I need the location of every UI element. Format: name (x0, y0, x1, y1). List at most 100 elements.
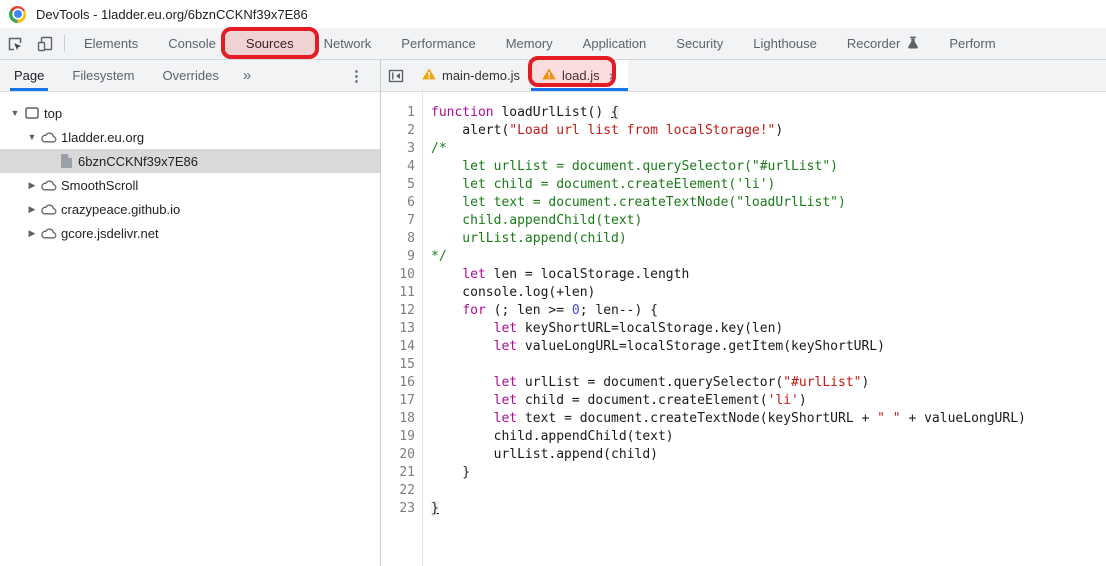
code-line[interactable]: child.appendChild(text) (431, 428, 1106, 446)
code-line[interactable]: let text = document.createTextNode("load… (431, 194, 1106, 212)
toggle-navigator-icon[interactable] (381, 60, 411, 91)
tree-item-1ladder-eu-org[interactable]: ▼1ladder.eu.org (0, 125, 380, 149)
code-line[interactable]: let child = document.createElement('li') (431, 392, 1106, 410)
tree-item-gcore-jsdelivr-net[interactable]: ▶ gcore.jsdelivr.net (0, 221, 380, 245)
code-line[interactable]: urlList.append(child) (431, 446, 1106, 464)
code-line[interactable]: let urlList = document.querySelector("#u… (431, 158, 1106, 176)
code-line[interactable]: } (431, 500, 1106, 518)
code-token: /* (431, 141, 447, 156)
disclosure-arrow-icon[interactable]: ▶ (25, 204, 39, 215)
code-token (431, 321, 494, 336)
tab-label: main-demo.js (442, 68, 520, 83)
disclosure-arrow-icon[interactable]: ▶ (25, 228, 39, 239)
line-number[interactable]: 22 (381, 482, 422, 500)
line-number[interactable]: 19 (381, 428, 422, 446)
line-number[interactable]: 3 (381, 140, 422, 158)
tree-item-smoothscroll[interactable]: ▶SmoothScroll (0, 173, 380, 197)
tab-label: Network (324, 36, 372, 51)
line-number-gutter[interactable]: 1234567891011121314151617181920212223 (381, 92, 423, 566)
file-tree: ▼top▼1ladder.eu.org6bznCCKNf39x7E86▶Smoo… (0, 92, 380, 245)
line-number[interactable]: 23 (381, 500, 422, 518)
line-number[interactable]: 13 (381, 320, 422, 338)
warning-icon (422, 68, 436, 83)
tree-item-top[interactable]: ▼top (0, 101, 380, 125)
code-line[interactable]: urlList.append(child) (431, 230, 1106, 248)
tab-lighthouse[interactable]: Lighthouse (738, 28, 832, 59)
code-line[interactable]: let len = localStorage.length (431, 266, 1106, 284)
line-number[interactable]: 7 (381, 212, 422, 230)
code-editor[interactable]: 1234567891011121314151617181920212223 fu… (381, 92, 1106, 566)
code-line[interactable]: console.log(+len) (431, 284, 1106, 302)
code-line[interactable]: */ (431, 248, 1106, 266)
tab-console[interactable]: Console (153, 28, 231, 59)
navigator-tab-overrides[interactable]: Overrides (149, 60, 233, 91)
line-number[interactable]: 11 (381, 284, 422, 302)
code-line[interactable]: alert("Load url list from localStorage!"… (431, 122, 1106, 140)
code-line[interactable]: let urlList = document.querySelector("#u… (431, 374, 1106, 392)
line-number[interactable]: 14 (381, 338, 422, 356)
tab-label: Sources (246, 36, 294, 51)
code-line[interactable]: /* (431, 140, 1106, 158)
code-token: urlList = document.querySelector( (517, 375, 783, 390)
tab-memory[interactable]: Memory (491, 28, 568, 59)
inspect-element-icon[interactable] (0, 28, 30, 59)
disclosure-arrow-icon[interactable]: ▼ (25, 132, 39, 142)
line-number[interactable]: 10 (381, 266, 422, 284)
line-number[interactable]: 6 (381, 194, 422, 212)
menu-icon[interactable]: ⋮ (333, 60, 380, 91)
code-line[interactable]: for (; len >= 0; len--) { (431, 302, 1106, 320)
tab-elements[interactable]: Elements (69, 28, 153, 59)
disclosure-arrow-icon[interactable]: ▶ (25, 180, 39, 191)
code-line[interactable]: child.appendChild(text) (431, 212, 1106, 230)
editor-tab-bar: main-demo.js load.js× (381, 60, 1106, 92)
line-number[interactable]: 12 (381, 302, 422, 320)
navigator-tab-filesystem[interactable]: Filesystem (58, 60, 148, 91)
tab-performance[interactable]: Performance (386, 28, 490, 59)
line-number[interactable]: 8 (381, 230, 422, 248)
code-line[interactable]: } (431, 464, 1106, 482)
tab-sources[interactable]: Sources (231, 28, 309, 59)
code-line[interactable]: let valueLongURL=localStorage.getItem(ke… (431, 338, 1106, 356)
navigator-tab-page[interactable]: Page (0, 60, 58, 91)
tab-perform[interactable]: Perform (934, 28, 1010, 59)
disclosure-arrow-icon[interactable]: ▼ (8, 108, 22, 118)
line-number[interactable]: 9 (381, 248, 422, 266)
device-toolbar-icon[interactable] (30, 28, 60, 59)
code-token: function (431, 105, 494, 120)
line-number[interactable]: 18 (381, 410, 422, 428)
tab-application[interactable]: Application (568, 28, 662, 59)
tree-item-6bznccknf39x7e86[interactable]: 6bznCCKNf39x7E86 (0, 149, 380, 173)
line-number[interactable]: 15 (381, 356, 422, 374)
code-line[interactable]: let child = document.createElement('li') (431, 176, 1106, 194)
tab-security[interactable]: Security (661, 28, 738, 59)
line-number[interactable]: 5 (381, 176, 422, 194)
tab-recorder[interactable]: Recorder (832, 28, 934, 59)
line-number[interactable]: 17 (381, 392, 422, 410)
line-number[interactable]: 21 (381, 464, 422, 482)
editor-tab-load-js[interactable]: load.js× (531, 60, 628, 91)
tree-item-label: gcore.jsdelivr.net (61, 226, 159, 241)
code-line[interactable] (431, 356, 1106, 374)
code-token: let (462, 267, 485, 282)
code-content[interactable]: function loadUrlList() { alert("Load url… (423, 92, 1106, 566)
line-number[interactable]: 16 (381, 374, 422, 392)
editor-tab-main-demo-js[interactable]: main-demo.js (411, 60, 531, 91)
code-token: child.appendChild(text) (431, 213, 642, 228)
chrome-logo-icon (9, 6, 26, 23)
code-line[interactable]: let text = document.createTextNode(keySh… (431, 410, 1106, 428)
more-tabs-icon[interactable]: » (233, 60, 261, 91)
code-token: text = document.createTextNode(keyShortU… (517, 411, 877, 426)
close-tab-icon[interactable]: × (609, 68, 617, 84)
tab-label: Console (168, 36, 216, 51)
code-line[interactable] (431, 482, 1106, 500)
code-token (431, 339, 494, 354)
line-number[interactable]: 4 (381, 158, 422, 176)
tree-item-crazypeace-github-io[interactable]: ▶crazypeace.github.io (0, 197, 380, 221)
tab-network[interactable]: Network (309, 28, 387, 59)
code-line[interactable]: function loadUrlList() { (431, 104, 1106, 122)
line-number[interactable]: 2 (381, 122, 422, 140)
code-line[interactable]: let keyShortURL=localStorage.key(len) (431, 320, 1106, 338)
line-number[interactable]: 20 (381, 446, 422, 464)
file-icon (56, 154, 76, 168)
line-number[interactable]: 1 (381, 104, 422, 122)
